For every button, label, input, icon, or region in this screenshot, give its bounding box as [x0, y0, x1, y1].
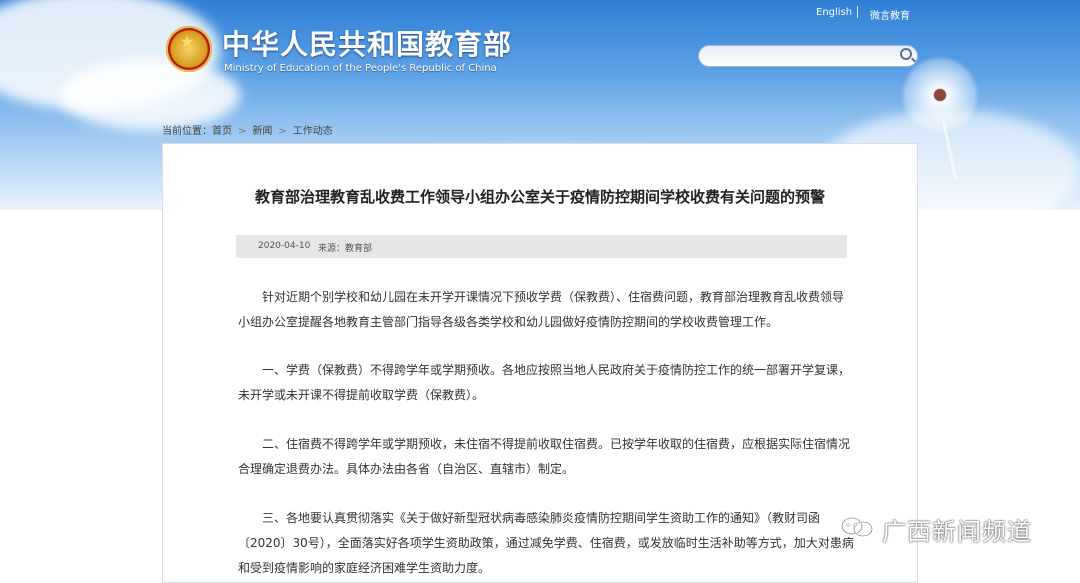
cloud-decoration [60, 60, 240, 130]
article-paragraph: 三、各地要认真贯彻落实《关于做好新型冠状病毒感染肺炎疫情防控期间学生资助工作的通… [238, 511, 854, 575]
breadcrumb-label: 当前位置： [162, 126, 212, 137]
site-subtitle: Ministry of Education of the People's Re… [224, 63, 497, 74]
article-paragraph: 二、住宿费不得跨学年或学期预收，未住宿不得提前收取住宿费。已按学年收取的住宿费，… [238, 437, 851, 476]
breadcrumb-item-work-news[interactable]: 工作动态 [293, 126, 333, 137]
site-title[interactable]: 中华人民共和国教育部 [222, 23, 512, 63]
article-paragraph: 针对近期个别学校和幼儿园在未开学开课情况下预收学费（保教费）、住宿费问题，教育部… [238, 290, 845, 329]
article-date: 2020-04-10 [258, 241, 311, 251]
article-meta-bar: 2020-04-10 来源： 教育部 [236, 235, 847, 258]
breadcrumb-item-news[interactable]: 新闻 [252, 126, 272, 137]
search-icon[interactable] [900, 48, 912, 60]
national-emblem-icon[interactable]: ★ [166, 26, 212, 72]
dandelion-decoration [900, 55, 980, 135]
article-card: 教育部治理教育乱收费工作领导小组办公室关于疫情防控期间学校收费有关问题的预警 2… [162, 143, 918, 583]
article-source: 教育部 [345, 244, 373, 254]
wechat-link[interactable]: 微言教育 [870, 7, 910, 22]
wechat-icon [841, 517, 873, 537]
article-paragraph: 一、学费（保教费）不得跨学年或学期预收。各地应按照当地人民政府关于疫情防控工作的… [238, 363, 851, 402]
breadcrumb-separator: > [238, 126, 247, 137]
breadcrumb-item-home[interactable]: 首页 [212, 126, 232, 137]
search-input[interactable] [698, 45, 918, 67]
breadcrumb: 当前位置：首页 > 新闻 > 工作动态 [162, 122, 333, 137]
article-source-label: 来源： [318, 244, 346, 254]
article-title: 教育部治理教育乱收费工作领导小组办公室关于疫情防控期间学校收费有关问题的预警 [254, 188, 825, 206]
breadcrumb-separator: > [278, 126, 287, 137]
watermark-text: 广西新闻频道 [882, 518, 1032, 546]
english-link[interactable]: English [816, 7, 852, 18]
link-divider [857, 6, 858, 18]
